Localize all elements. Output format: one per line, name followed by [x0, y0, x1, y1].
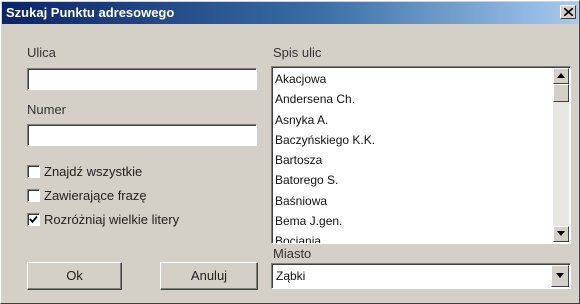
option-contains-phrase[interactable]: Zawierające frazę	[27, 188, 147, 203]
list-item[interactable]: Asnyka A.	[274, 110, 552, 130]
city-dropdown-button[interactable]	[551, 265, 569, 287]
street-input[interactable]	[27, 68, 257, 90]
chevron-down-icon	[556, 273, 564, 278]
number-input[interactable]	[27, 124, 257, 146]
city-select[interactable]: Ząbki	[271, 263, 571, 289]
arrow-down-icon	[557, 231, 565, 236]
scroll-up-button[interactable]	[553, 68, 569, 84]
ok-button[interactable]: Ok	[27, 262, 122, 290]
scroll-thumb[interactable]	[553, 84, 569, 102]
option-case-sensitive[interactable]: Rozróżniaj wielkie litery	[27, 212, 179, 227]
close-button[interactable]	[560, 5, 576, 19]
street-label: Ulica	[27, 45, 56, 60]
contains-phrase-checkbox[interactable]	[27, 189, 40, 202]
city-value: Ząbki	[276, 269, 306, 283]
scroll-down-button[interactable]	[553, 226, 569, 242]
case-sensitive-label: Rozróżniaj wielkie litery	[44, 212, 180, 227]
find-all-label: Znajdź wszystkie	[44, 164, 143, 179]
list-item[interactable]: Bartosza	[274, 150, 552, 170]
contains-phrase-label: Zawierające frazę	[44, 188, 147, 203]
close-icon	[564, 8, 573, 16]
city-label: Miasto	[273, 246, 312, 261]
cancel-button[interactable]: Anuluj	[160, 262, 258, 290]
find-all-checkbox[interactable]	[27, 165, 40, 178]
list-item[interactable]: Baśniowa	[274, 191, 552, 211]
window-title: Szukaj Punktu adresowego	[6, 5, 175, 20]
street-list-items: Akacjowa Andersena Ch. Asnyka A. Baczyńskie…	[274, 69, 552, 243]
street-list-scrollbar[interactable]	[553, 68, 569, 242]
list-item[interactable]: Batorego S.	[274, 170, 552, 190]
list-item[interactable]: Bociania	[274, 231, 552, 243]
case-sensitive-checkbox[interactable]	[27, 213, 40, 226]
street-listbox[interactable]: Akacjowa Andersena Ch. Asnyka A. Baczyńskie…	[271, 66, 571, 244]
arrow-up-icon	[557, 73, 565, 78]
list-item[interactable]: Akacjowa	[274, 69, 552, 89]
option-find-all[interactable]: Znajdź wszystkie	[27, 164, 142, 179]
title-bar: Szukaj Punktu adresowego	[2, 2, 578, 24]
list-item[interactable]: Bema J.gen.	[274, 211, 552, 231]
checkmark-icon	[29, 215, 38, 224]
number-label: Numer	[27, 102, 67, 117]
street-list-label: Spis ulic	[273, 45, 322, 60]
list-item[interactable]: Andersena Ch.	[274, 89, 552, 109]
list-item[interactable]: Baczyńskiego K.K.	[274, 130, 552, 150]
search-address-dialog: Szukaj Punktu adresowego Ulica Numer Zna…	[0, 0, 580, 304]
